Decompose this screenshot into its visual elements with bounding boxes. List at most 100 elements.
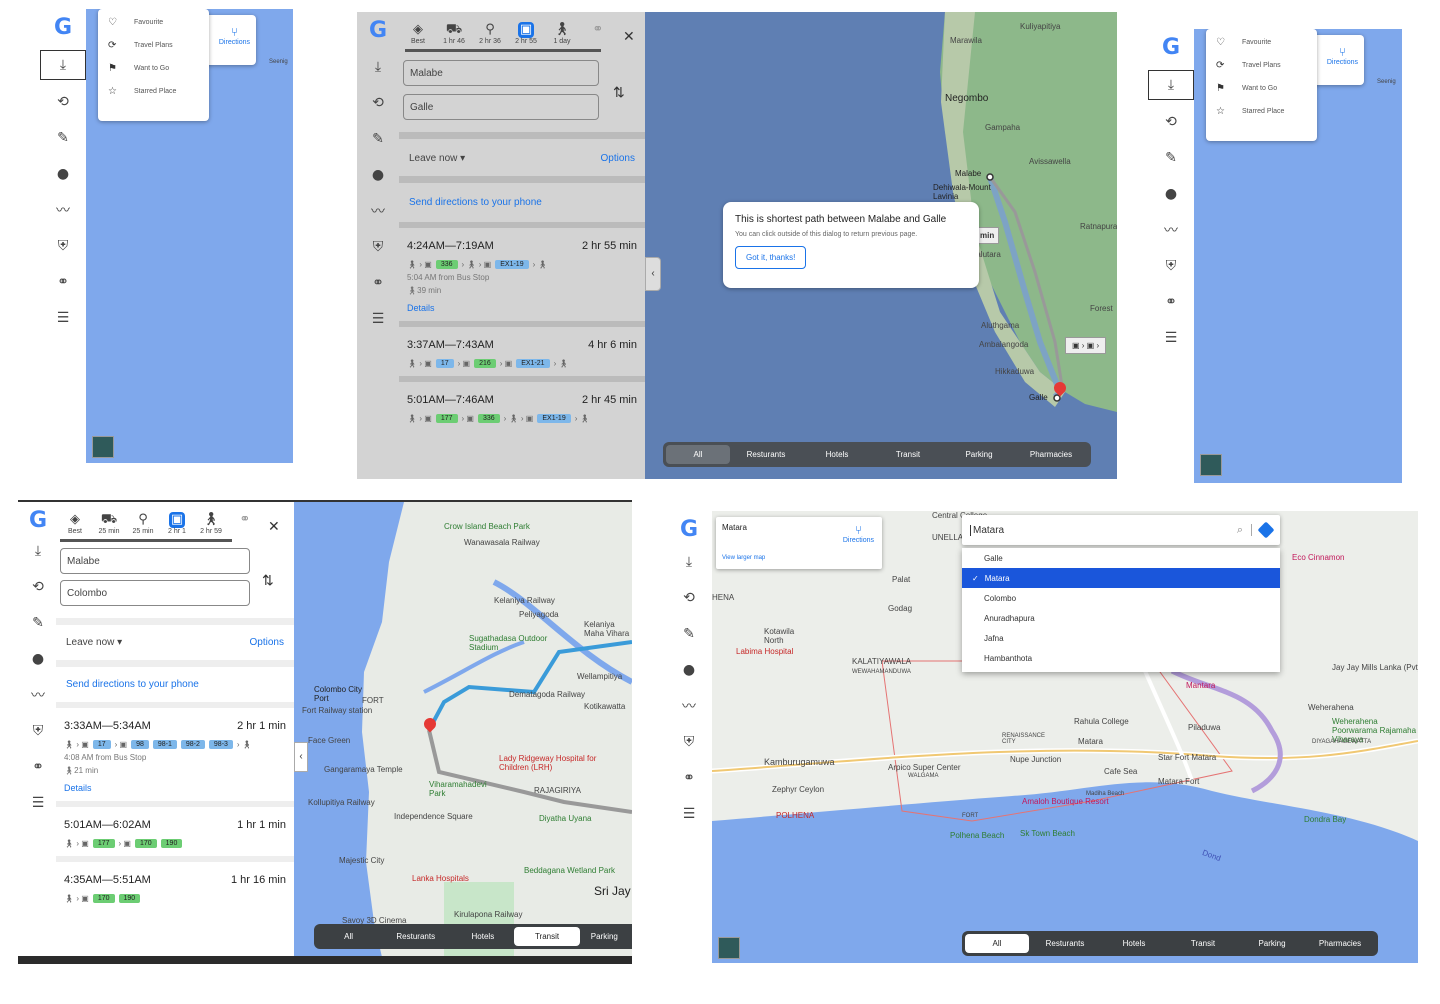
search-box[interactable]: Matara ⌕ [962, 515, 1280, 545]
mode-bike[interactable]: ⚭ [587, 22, 609, 45]
destination-input[interactable]: Galle [403, 94, 599, 120]
download-icon[interactable]: ⤓ [364, 53, 392, 81]
route-option[interactable]: 5:01AM—6:02AM 1 hr 1 min 🚶︎ › ▣ 177 › ▣ 1… [56, 807, 294, 862]
person-pin-icon[interactable]: ● [49, 160, 77, 188]
leave-now-select[interactable]: Leave now ▾ [66, 637, 122, 648]
details-link[interactable]: Details [64, 783, 286, 793]
menu-favourite[interactable]: ♡ Favourite [1206, 31, 1317, 54]
menu-favourite[interactable]: ♡ Favourite [98, 11, 209, 34]
directions-button[interactable]: ⑂ Directions [843, 523, 874, 544]
map-area[interactable]: Crow Island Beach Park Wanawasala Railwa… [294, 502, 632, 964]
layers-thumbnail[interactable] [1200, 454, 1222, 476]
download-icon[interactable]: ⤓ [675, 548, 703, 576]
person-pin-icon[interactable]: ● [675, 656, 703, 684]
destination-input[interactable]: Colombo [60, 580, 250, 606]
category-hotels[interactable]: Hotels [451, 927, 514, 946]
search-input[interactable]: Matara [970, 524, 1237, 536]
category-parking[interactable]: Parking [944, 445, 1014, 464]
close-icon[interactable]: ✕ [623, 28, 635, 45]
mode-bike[interactable]: ⚭ [234, 512, 256, 535]
mode-best[interactable]: ◈ Best [407, 22, 429, 45]
mode-car[interactable]: ⛟ 25 min [98, 512, 120, 535]
route-option[interactable]: 3:37AM—7:43AM 4 hr 6 min 🚶︎ › ▣ 17 › ▣ 21… [399, 327, 645, 382]
close-icon[interactable]: ✕ [268, 518, 280, 535]
mode-walk[interactable]: 🚶︎ 1 day [551, 22, 573, 45]
route-option[interactable]: 4:24AM—7:19AM 2 hr 55 min 🚶︎ › ▣ 336 › 🚶︎… [399, 228, 645, 327]
link-icon[interactable]: ⚭ [49, 268, 77, 296]
trend-icon[interactable]: 〰 [49, 196, 77, 224]
collapse-panel-button[interactable]: ‹ [294, 742, 308, 772]
link-icon[interactable]: ⚭ [24, 753, 52, 781]
dropdown-option[interactable]: Jafna [962, 628, 1280, 648]
link-icon[interactable]: ⚭ [1157, 288, 1185, 316]
leave-now-select[interactable]: Leave now ▾ [409, 153, 465, 164]
feedback-icon[interactable]: ✎ [364, 125, 392, 153]
category-pharmacies[interactable]: Pharmacies [1014, 445, 1088, 464]
menu-starred-place[interactable]: ☆ Starred Place [1206, 100, 1317, 123]
trend-icon[interactable]: 〰 [364, 197, 392, 225]
download-icon[interactable]: ⤓ [40, 50, 86, 80]
mode-motorbike[interactable]: ⚲ 2 hr 36 [479, 22, 501, 45]
dropdown-option[interactable]: Anuradhapura [962, 608, 1280, 628]
person-pin-icon[interactable]: ● [24, 645, 52, 673]
list-arrow-icon[interactable]: ☰ [49, 304, 77, 332]
list-arrow-icon[interactable]: ☰ [364, 305, 392, 333]
trend-icon[interactable]: 〰 [675, 692, 703, 720]
dropdown-option[interactable]: Colombo [962, 588, 1280, 608]
send-directions-link[interactable]: Send directions to your phone [56, 667, 294, 708]
category-all[interactable]: All [317, 927, 380, 946]
details-link[interactable]: Details [407, 303, 637, 313]
category-hotels[interactable]: Hotels [802, 445, 872, 464]
history-icon[interactable]: ⟲ [364, 89, 392, 117]
layers-thumbnail[interactable] [718, 937, 740, 959]
directions-button[interactable]: ⑂ Directions [219, 25, 250, 46]
category-all[interactable]: All [666, 445, 730, 464]
history-icon[interactable]: ⟲ [24, 573, 52, 601]
options-link[interactable]: Options [250, 637, 284, 648]
mode-best[interactable]: ◈ Best [64, 512, 86, 535]
history-icon[interactable]: ⟲ [675, 584, 703, 612]
person-pin-icon[interactable]: ● [1157, 180, 1185, 208]
category-restaurants[interactable]: Resturants [380, 927, 451, 946]
category-all[interactable]: All [965, 934, 1029, 953]
mode-transit[interactable]: ▣ 2 hr 55 [515, 22, 537, 45]
history-icon[interactable]: ⟲ [49, 88, 77, 116]
swap-icon[interactable]: ⇅ [262, 572, 274, 589]
link-icon[interactable]: ⚭ [675, 764, 703, 792]
list-arrow-icon[interactable]: ☰ [675, 800, 703, 828]
category-transit[interactable]: Transit [514, 927, 580, 946]
collapse-panel-button[interactable]: ‹ [645, 257, 661, 291]
shield-icon[interactable]: ⛨ [675, 728, 703, 756]
mode-motorbike[interactable]: ⚲ 25 min [132, 512, 154, 535]
download-icon[interactable]: ⤓ [1148, 70, 1194, 100]
mode-car[interactable]: ⛟ 1 hr 46 [443, 22, 465, 45]
shield-icon[interactable]: ⛨ [49, 232, 77, 260]
dropdown-option[interactable]: Hambanthota [962, 648, 1280, 668]
category-parking[interactable]: Parking [1239, 934, 1305, 953]
category-transit[interactable]: Transit [872, 445, 944, 464]
got-it-button[interactable]: Got it, thanks! [735, 246, 807, 269]
options-link[interactable]: Options [601, 153, 635, 164]
dropdown-option-selected[interactable]: ✓ Matara [962, 568, 1280, 588]
route-option[interactable]: 3:33AM—5:34AM 2 hr 1 min 🚶︎ › ▣ 17 › ▣ 98… [56, 708, 294, 807]
list-arrow-icon[interactable]: ☰ [24, 789, 52, 817]
view-larger-map-link[interactable]: View larger map [722, 555, 765, 561]
menu-want-to-go[interactable]: ⚑ Want to Go [1206, 77, 1317, 100]
list-arrow-icon[interactable]: ☰ [1157, 324, 1185, 352]
category-restaurants[interactable]: Resturants [730, 445, 802, 464]
feedback-icon[interactable]: ✎ [49, 124, 77, 152]
menu-want-to-go[interactable]: ⚑ Want to Go [98, 57, 209, 80]
send-directions-link[interactable]: Send directions to your phone [399, 183, 645, 228]
category-parking[interactable]: Parking [580, 927, 629, 946]
shield-icon[interactable]: ⛨ [1157, 252, 1185, 280]
feedback-icon[interactable]: ✎ [675, 620, 703, 648]
directions-button[interactable]: ⑂ Directions [1327, 45, 1358, 66]
download-icon[interactable]: ⤓ [24, 537, 52, 565]
origin-input[interactable]: Malabe [60, 548, 250, 574]
menu-starred-place[interactable]: ☆ Starred Place [98, 80, 209, 103]
dropdown-option[interactable]: Galle [962, 548, 1280, 568]
mode-walk[interactable]: 🚶︎ 2 hr 59 [200, 512, 222, 535]
layers-thumbnail[interactable] [92, 436, 114, 458]
swap-icon[interactable]: ⇅ [613, 84, 625, 101]
category-transit[interactable]: Transit [1167, 934, 1239, 953]
